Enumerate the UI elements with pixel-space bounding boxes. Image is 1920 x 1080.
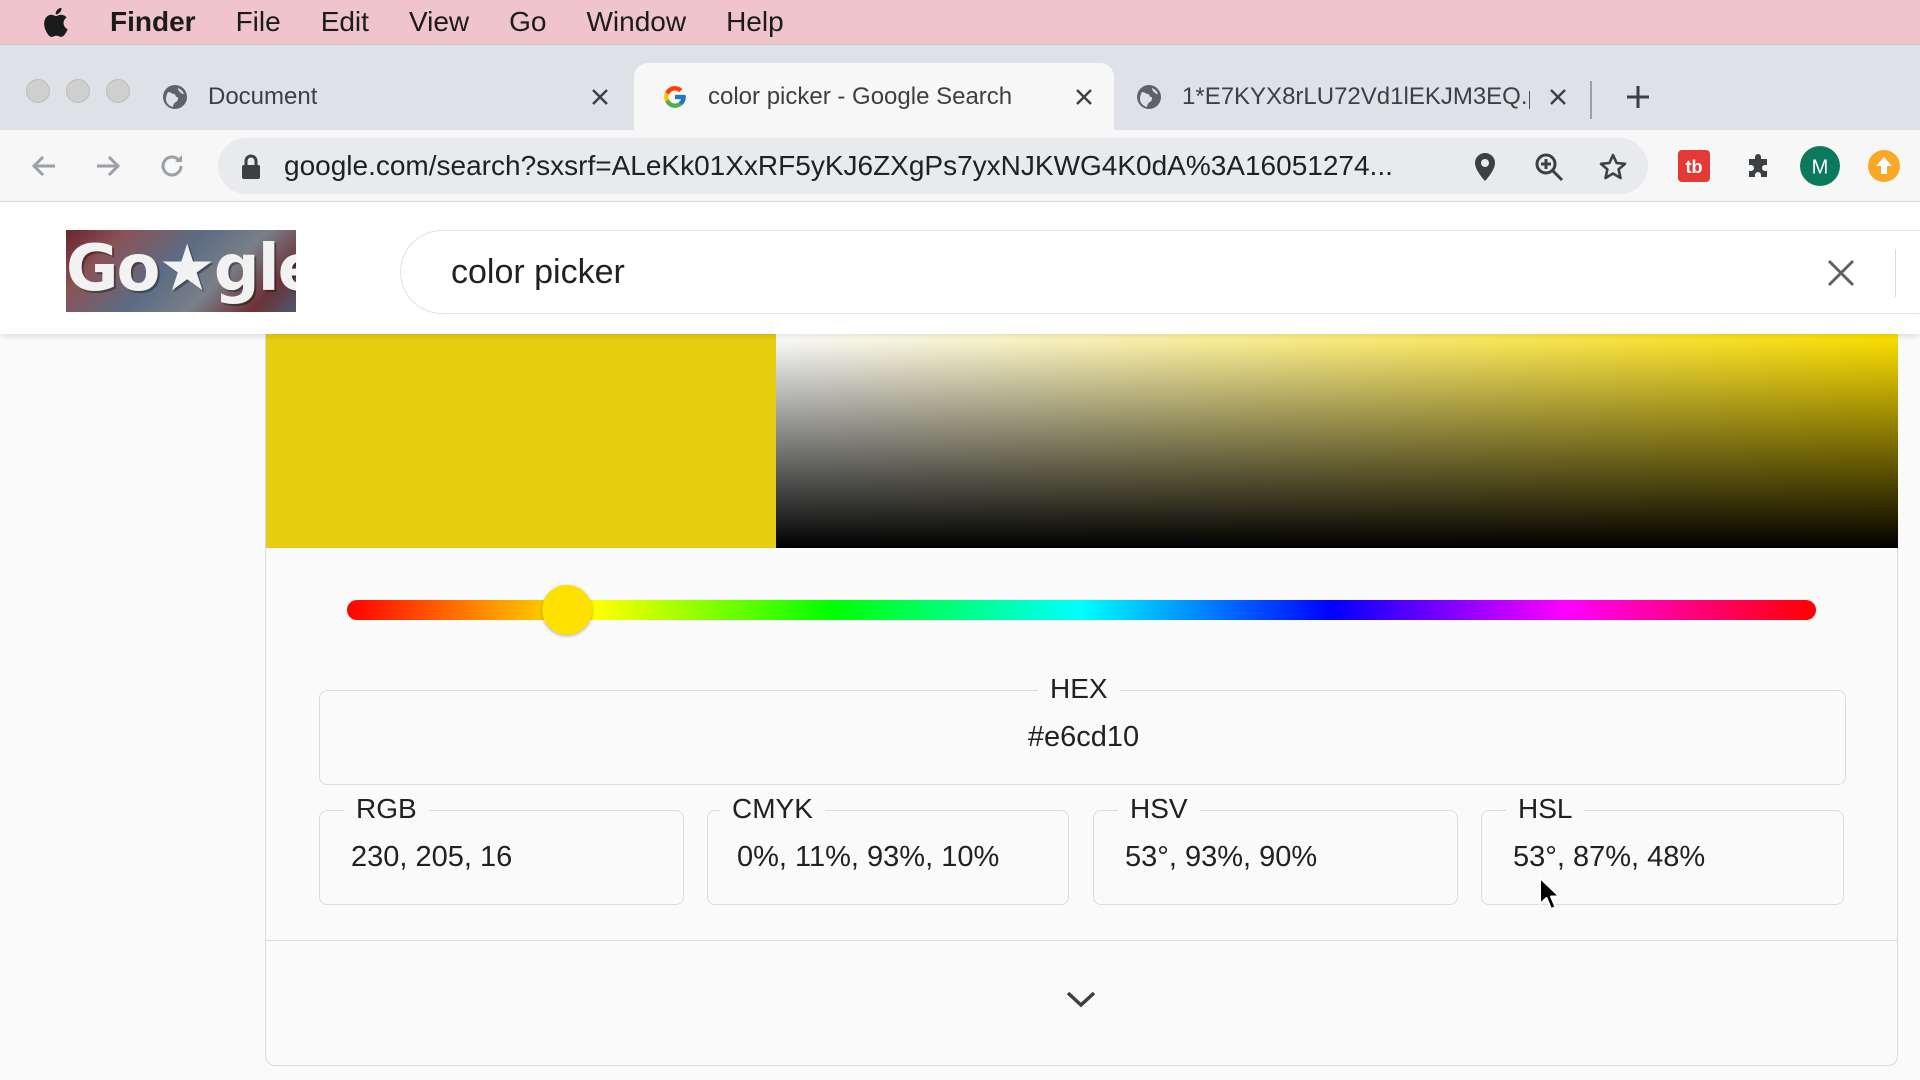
hsl-label: HSL [1506, 791, 1585, 827]
hsl-field: HSL 53°, 87%, 48% [1481, 791, 1844, 905]
macos-menubar: Finder File Edit View Go Window Help [0, 0, 1920, 44]
menu-go[interactable]: Go [509, 6, 546, 38]
back-button[interactable] [24, 146, 64, 186]
url-text[interactable]: google.com/search?sxsrf=ALeKk01XxRF5yKJ6… [284, 150, 1444, 182]
hsl-value[interactable]: 53°, 87%, 48% [1513, 841, 1705, 874]
zoom-in-icon[interactable] [1534, 152, 1564, 182]
svg-text:tb: tb [1686, 157, 1703, 177]
window-close-button[interactable] [26, 79, 50, 103]
reload-button[interactable] [152, 146, 192, 186]
rgb-label: RGB [344, 791, 429, 827]
hsv-field: HSV 53°, 93%, 90% [1093, 791, 1458, 905]
globe-icon [1134, 82, 1164, 112]
address-bar[interactable]: google.com/search?sxsrf=ALeKk01XxRF5yKJ6… [218, 138, 1648, 194]
menu-view[interactable]: View [409, 6, 469, 38]
search-input[interactable] [451, 245, 1691, 299]
menu-edit[interactable]: Edit [321, 6, 369, 38]
apple-logo-icon[interactable] [40, 7, 70, 37]
logo-text: Go★gle [66, 232, 296, 306]
svg-text:M: M [1812, 156, 1829, 178]
hsv-value[interactable]: 53°, 93%, 90% [1125, 841, 1317, 874]
hex-field: HEX [319, 671, 1847, 785]
close-tab-icon[interactable] [1072, 85, 1096, 109]
card-divider [266, 940, 1898, 941]
clear-search-icon[interactable] [1821, 253, 1861, 293]
update-arrow-icon[interactable] [1864, 146, 1904, 186]
tab-title: 1*E7KYX8rLU72Vd1lEKJM3EQ.png [1182, 83, 1530, 110]
location-pin-icon[interactable] [1470, 152, 1500, 182]
arrow-left-icon [31, 155, 55, 177]
hue-slider-thumb[interactable] [542, 585, 593, 635]
reload-icon [161, 155, 183, 177]
tab-document[interactable]: Document [160, 63, 630, 131]
bookmark-star-icon[interactable] [1598, 152, 1628, 182]
menu-window[interactable]: Window [586, 6, 686, 38]
new-tab-button[interactable] [1618, 77, 1658, 117]
search-box [400, 230, 1920, 314]
search-divider [1895, 249, 1896, 297]
tab-title: color picker - Google Search [708, 83, 1013, 110]
forward-button[interactable] [88, 146, 128, 186]
selected-color-swatch [266, 334, 776, 548]
window-zoom-button[interactable] [106, 79, 130, 103]
menu-help[interactable]: Help [726, 6, 784, 38]
arrow-right-icon [97, 155, 121, 177]
rgb-field: RGB 230, 205, 16 [319, 791, 684, 905]
mouse-cursor-icon [1539, 877, 1561, 910]
close-tab-icon[interactable] [588, 85, 612, 109]
close-tab-icon[interactable] [1546, 85, 1570, 109]
extension-red-icon[interactable]: tb [1674, 146, 1714, 186]
saturation-value-area[interactable] [776, 334, 1898, 548]
menu-file[interactable]: File [236, 6, 281, 38]
window-minimize-button[interactable] [66, 79, 90, 103]
hsv-label: HSV [1118, 791, 1200, 827]
rgb-value[interactable]: 230, 205, 16 [351, 841, 512, 874]
hex-label: HEX [1038, 671, 1120, 707]
profile-avatar[interactable]: M [1800, 146, 1840, 186]
tab-separator [1590, 81, 1592, 119]
globe-icon [160, 82, 190, 112]
plus-icon [1627, 86, 1649, 108]
google-header: Go★gle [0, 202, 1920, 334]
tab-image[interactable]: 1*E7KYX8rLU72Vd1lEKJM3EQ.png [1134, 63, 1588, 131]
expand-button[interactable] [1056, 974, 1106, 1024]
chevron-down-icon [1066, 991, 1096, 1008]
google-doodle-logo[interactable]: Go★gle [66, 230, 296, 312]
cmyk-label: CMYK [720, 791, 825, 827]
menu-finder[interactable]: Finder [110, 6, 196, 38]
cmyk-field: CMYK 0%, 11%, 93%, 10% [707, 791, 1069, 905]
extensions-puzzle-icon[interactable] [1738, 146, 1778, 186]
hex-input[interactable] [320, 719, 1847, 755]
cmyk-value[interactable]: 0%, 11%, 93%, 10% [737, 841, 999, 874]
tab-google-search[interactable]: color picker - Google Search [634, 63, 1114, 131]
browser-toolbar: google.com/search?sxsrf=ALeKk01XxRF5yKJ6… [0, 130, 1920, 202]
google-g-icon [660, 82, 690, 112]
tab-title: Document [208, 83, 318, 110]
lock-icon[interactable] [240, 154, 264, 179]
color-picker-card: HEX RGB 230, 205, 16 CMYK 0%, 11%, 93%, … [265, 334, 1898, 1066]
tab-strip: Document color picker - Google Search 1*… [0, 44, 1920, 131]
